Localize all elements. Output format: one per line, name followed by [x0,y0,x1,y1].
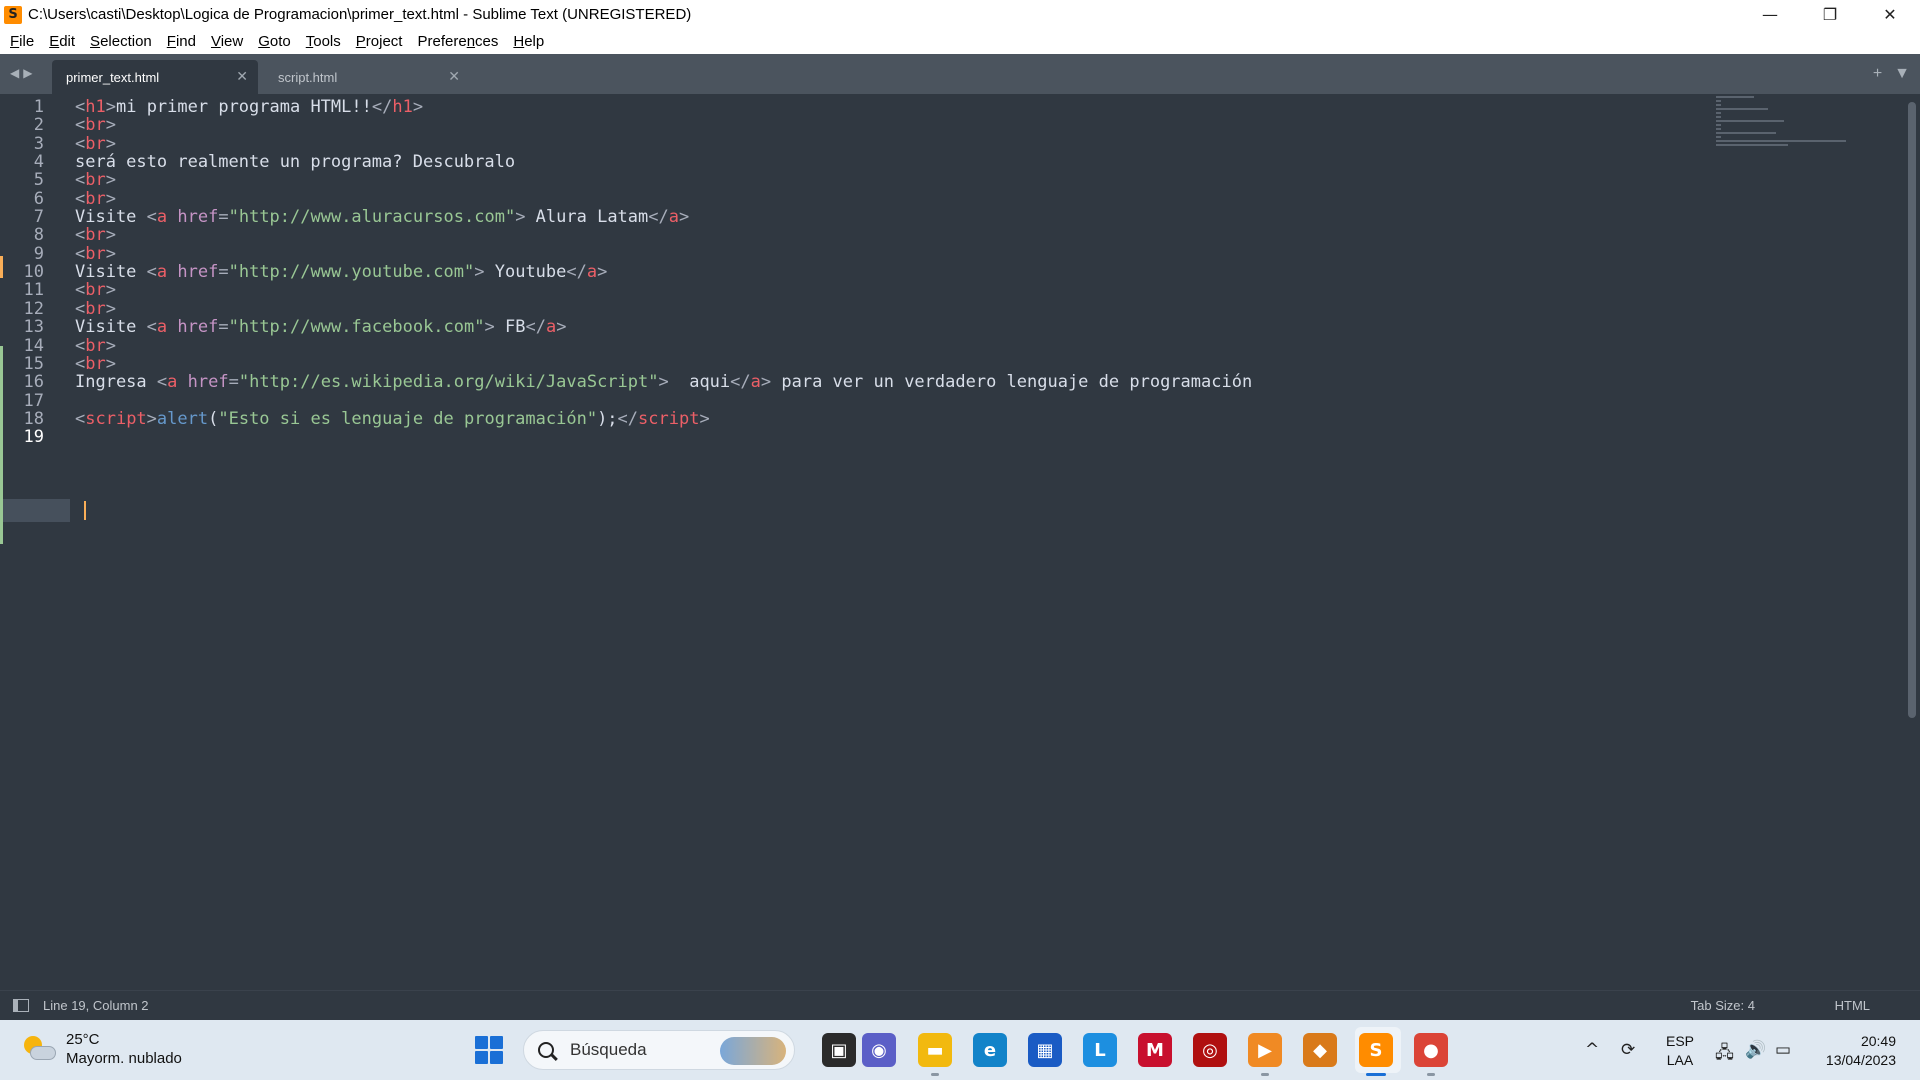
vertical-scrollbar[interactable] [1908,102,1916,718]
sidebar-toggle-icon[interactable] [13,999,29,1012]
volume-icon[interactable]: 🔊 [1745,1040,1766,1060]
tab-script[interactable]: script.html ✕ [264,60,470,94]
mcafee-icon[interactable]: M [1138,1033,1172,1067]
line-number: 19 [23,427,44,448]
current-line-highlight [0,499,70,522]
status-bar: Line 19, Column 2 Tab Size: 4 HTML [0,990,1920,1020]
tab-close-icon[interactable]: ✕ [236,68,248,85]
search-highlight-image [720,1037,786,1065]
search-icon [538,1042,554,1058]
menu-bar: File Edit Selection Find View Goto Tools Projec… [0,29,1920,54]
tab-list-dropdown-icon[interactable]: ▼ [1894,65,1910,83]
task-view-icon[interactable]: ▣ [822,1033,856,1067]
input-language[interactable]: ESP LAA [1666,1032,1694,1070]
new-tab-icon[interactable]: + [1873,65,1882,83]
tab-tools: + ▼ [1873,65,1910,83]
chrome-icon[interactable]: ● [1414,1033,1448,1076]
battery-icon[interactable]: ▭ [1775,1040,1791,1060]
menu-goto[interactable]: Goto [252,33,300,50]
code-line[interactable]: 19 [0,426,1900,449]
minimize-button[interactable]: — [1740,0,1800,29]
tab-nav-left-icon[interactable]: ◀ [10,66,19,80]
title-bar: S C:\Users\casti\Desktop\Logica de Progr… [0,0,1920,29]
clock-date: 13/04/2023 [1825,1052,1896,1068]
file-explorer-icon[interactable]: ▬ [918,1033,952,1076]
window-controls: — ❐ ✕ [1740,0,1920,29]
search-placeholder: Búsqueda [570,1040,647,1059]
keyboard-layout: LAA [1666,1052,1694,1068]
taskbar: 25°C Mayorm. nublado Búsqueda ▣ ◉ ▬ e ▦ L M ◎ ▶ ◆… [0,1020,1920,1080]
chat-icon[interactable]: ◉ [862,1033,896,1067]
sublime-text-icon: S [4,5,22,24]
show-hidden-icons-icon[interactable]: ^ [1585,1040,1599,1060]
tab-close-icon[interactable]: ✕ [448,68,460,85]
cursor-position[interactable]: Line 19, Column 2 [43,998,149,1013]
game-app-icon[interactable]: ◆ [1303,1033,1337,1067]
close-button[interactable]: ✕ [1860,0,1920,29]
maximize-button[interactable]: ❐ [1800,0,1860,29]
tab-label: primer_text.html [66,69,160,85]
red-app-icon[interactable]: ◎ [1193,1033,1227,1067]
menu-project[interactable]: Project [350,33,412,50]
weather-description: Mayorm. nublado [66,1050,182,1067]
partly-cloudy-icon [22,1034,56,1064]
language-code: ESP [1666,1033,1695,1049]
clock[interactable]: 20:49 13/04/2023 [1826,1032,1896,1070]
text-caret [84,501,86,520]
window-title: C:\Users\casti\Desktop\Logica de Program… [28,6,692,23]
weather-temperature: 25°C [66,1031,100,1048]
code-editor[interactable]: 1 <h1>mi primer programa HTML!!</h1> 2 <br>… [0,94,1920,990]
media-player-icon[interactable]: ▶ [1248,1033,1282,1076]
store-icon[interactable]: ▦ [1028,1033,1062,1067]
weather-widget[interactable]: 25°C Mayorm. nublado [22,1030,182,1068]
menu-tools[interactable]: Tools [300,33,350,50]
tab-navigation: ◀ ▶ [10,66,32,80]
tab-primer-text[interactable]: primer_text.html ✕ [52,60,258,94]
tab-nav-right-icon[interactable]: ▶ [23,66,32,80]
tab-size-indicator[interactable]: Tab Size: 4 [1691,998,1755,1013]
syntax-indicator[interactable]: HTML [1835,998,1870,1013]
tab-label: script.html [278,69,338,85]
edge-icon[interactable]: e [973,1033,1007,1067]
sublime-text-icon[interactable]: S [1359,1033,1393,1076]
clock-time: 20:49 [1860,1033,1896,1049]
menu-help[interactable]: Help [507,33,553,50]
start-button[interactable] [475,1036,503,1064]
menu-preferences[interactable]: Preferences [411,33,507,50]
l-app-icon[interactable]: L [1083,1033,1117,1067]
taskbar-search[interactable]: Búsqueda [523,1030,795,1070]
menu-find[interactable]: Find [161,33,205,50]
menu-view[interactable]: View [205,33,252,50]
sync-icon[interactable]: ⟳ [1621,1040,1635,1060]
network-icon[interactable]: 🖧 [1715,1040,1734,1069]
menu-edit[interactable]: Edit [43,33,84,50]
menu-selection[interactable]: Selection [84,33,161,50]
tab-bar: ◀ ▶ primer_text.html ✕ script.html ✕ + ▼ [0,54,1920,94]
menu-file[interactable]: File [4,33,43,50]
